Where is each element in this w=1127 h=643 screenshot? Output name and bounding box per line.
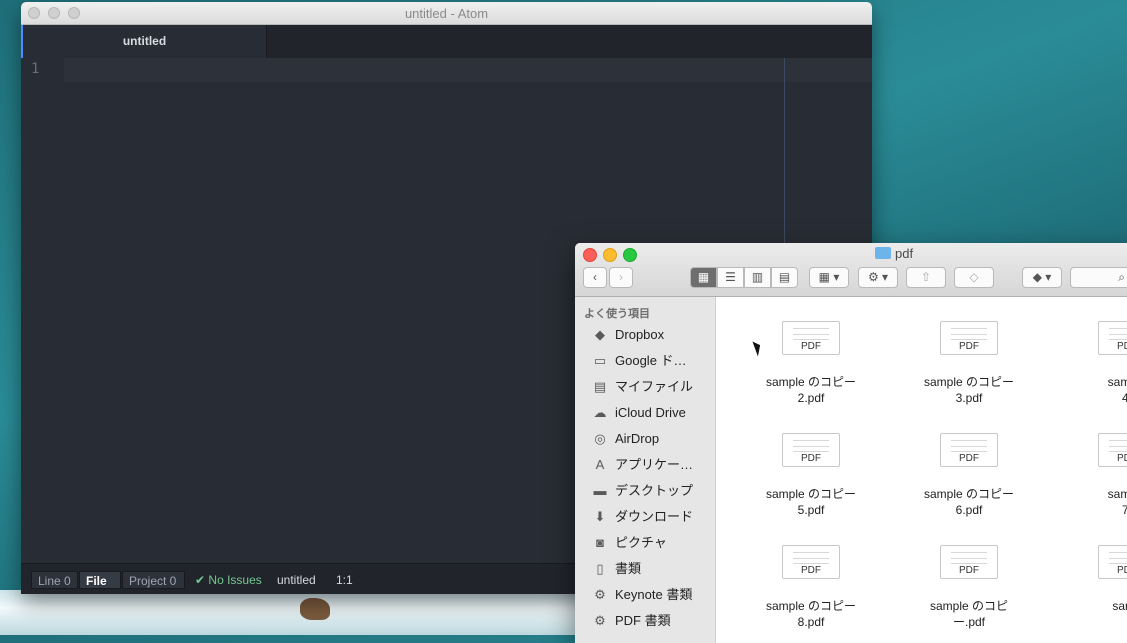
sidebar-item-documents[interactable]: ▯ 書類	[591, 558, 641, 580]
column-view-button[interactable]: ▥	[744, 267, 771, 288]
gear-icon: ⚙	[594, 587, 606, 602]
finder-window: pdf ‹ › ▦ ☰ ▥ ▤ ▦ ▾ ⚙ ▾ ⇧ ◇ ◆ ▾ ⌕ よく使う項目…	[575, 243, 1127, 643]
pdf-thumbnail-icon: PDF	[1098, 545, 1127, 579]
pdf-thumbnail-icon: PDF	[782, 321, 840, 355]
sidebar-item-desktop[interactable]: ▬ デスクトップ	[591, 480, 694, 502]
pdf-thumbnail-icon: PDF	[940, 545, 998, 579]
finder-toolbar: pdf ‹ › ▦ ☰ ▥ ▤ ▦ ▾ ⚙ ▾ ⇧ ◇ ◆ ▾ ⌕	[575, 243, 1127, 297]
sidebar-item-pictures[interactable]: ◙ ピクチャ	[591, 532, 667, 554]
file-item[interactable]: PDF sample のコピ ー.pdf	[914, 545, 1024, 630]
checkmark-icon: ✔	[195, 573, 206, 587]
download-icon: ⬇	[594, 509, 606, 524]
pdf-thumbnail-icon: PDF	[940, 433, 998, 467]
forward-button[interactable]: ›	[609, 267, 633, 288]
finder-sidebar: よく使う項目 ◆ Dropbox ▭ Google ド… ▤ マイファイル ☁ iClo…	[575, 297, 716, 643]
file-name: sample のコピー 5.pdf	[765, 487, 857, 517]
tab-untitled[interactable]: untitled	[21, 25, 267, 58]
sidebar-item-airdrop[interactable]: ◎ AirDrop	[591, 428, 659, 450]
file-item[interactable]: PDF sample7.	[1072, 433, 1127, 518]
zoom-window-button[interactable]	[623, 248, 637, 262]
no-issues-indicator[interactable]: ✔ No Issues	[189, 571, 268, 589]
folder-icon: ▭	[593, 353, 607, 368]
desktop-wallpaper-rock	[300, 598, 330, 620]
file-item[interactable]: PDF sample4.	[1072, 321, 1127, 406]
finder-title-label: pdf	[895, 246, 914, 261]
file-item[interactable]: PDF sample のコピー 6.pdf	[914, 433, 1024, 518]
minimize-window-button[interactable]	[603, 248, 617, 262]
favorites-header: よく使う項目	[584, 308, 650, 320]
line-number: 1	[31, 61, 40, 77]
documents-icon: ▯	[596, 561, 604, 576]
dropbox-icon: ◆	[595, 327, 605, 342]
file-item[interactable]: PDF sample のコピー 8.pdf	[756, 545, 866, 630]
file-name: sample のコピー 2.pdf	[765, 375, 857, 405]
file-name: sample のコピ ー.pdf	[929, 599, 1009, 629]
pdf-thumbnail-icon: PDF	[782, 545, 840, 579]
arrange-button[interactable]: ▦ ▾	[809, 267, 849, 288]
back-button[interactable]: ‹	[583, 267, 607, 288]
action-gear-button[interactable]: ⚙ ▾	[858, 267, 898, 288]
atom-titlebar[interactable]: untitled - Atom	[21, 2, 872, 25]
pdf-thumbnail-icon: PDF	[1098, 433, 1127, 467]
desktop-icon: ▬	[593, 483, 607, 498]
pdf-thumbnail-icon: PDF	[1098, 321, 1127, 355]
airdrop-icon: ◎	[594, 431, 606, 446]
finder-title: pdf	[875, 246, 913, 261]
cloud-icon: ☁	[593, 405, 607, 420]
sidebar-item-applications[interactable]: A アプリケー…	[591, 454, 693, 476]
search-icon: ⌕	[1118, 270, 1125, 284]
sidebar-item-downloads[interactable]: ⬇ ダウンロード	[591, 506, 693, 528]
file-item[interactable]: PDF sample のコピー 3.pdf	[914, 321, 1024, 406]
camera-icon: ◙	[596, 535, 604, 550]
desktop-wallpaper-snow	[0, 590, 580, 635]
all-files-icon: ▤	[593, 379, 607, 394]
cursor-position[interactable]: 1:1	[330, 571, 359, 589]
file-grid[interactable]: PDF sample のコピー 2.pdf PDF sample のコピー 3.pd…	[716, 297, 1127, 643]
tab-bar: untitled	[21, 25, 872, 59]
list-view-button[interactable]: ☰	[717, 267, 744, 288]
linter-file-tab[interactable]: File 0	[79, 571, 121, 594]
linter-line-tab[interactable]: Line 0	[31, 571, 78, 589]
dropbox-button[interactable]: ◆ ▾	[1022, 267, 1062, 288]
no-issues-label: No Issues	[208, 573, 262, 587]
pdf-thumbnail-icon: PDF	[782, 433, 840, 467]
file-item[interactable]: PDF sample のコピー 5.pdf	[756, 433, 866, 518]
sidebar-item-pdf[interactable]: ⚙ PDF 書類	[591, 610, 670, 632]
file-name: sample4.	[1107, 375, 1127, 405]
status-filename[interactable]: untitled	[271, 571, 322, 589]
file-name: sample のコピー 6.pdf	[923, 487, 1015, 517]
window-title: untitled - Atom	[404, 6, 489, 21]
file-name: samp	[1112, 599, 1127, 613]
icon-view-button[interactable]: ▦	[690, 267, 717, 288]
sidebar-item-my-files[interactable]: ▤ マイファイル	[591, 376, 693, 398]
search-field[interactable]: ⌕	[1070, 267, 1127, 288]
share-button[interactable]: ⇧	[906, 267, 946, 288]
file-item[interactable]: PDF samp	[1072, 545, 1127, 614]
coverflow-view-button[interactable]: ▤	[771, 267, 798, 288]
file-name: sample のコピー 8.pdf	[765, 599, 857, 629]
linter-project-tab[interactable]: Project 0	[122, 571, 185, 589]
sidebar-item-icloud-drive[interactable]: ☁ iCloud Drive	[591, 402, 686, 424]
sidebar-item-dropbox[interactable]: ◆ Dropbox	[591, 324, 664, 346]
sidebar-item-google-drive[interactable]: ▭ Google ド…	[591, 350, 687, 372]
file-name: sample7.	[1107, 487, 1127, 517]
gear-icon: ⚙	[594, 613, 606, 628]
folder-icon	[875, 247, 891, 259]
close-window-button[interactable]	[583, 248, 597, 262]
cursor-line-highlight	[64, 58, 872, 82]
pdf-thumbnail-icon: PDF	[940, 321, 998, 355]
sidebar-item-keynote[interactable]: ⚙ Keynote 書類	[591, 584, 692, 606]
file-name: sample のコピー 3.pdf	[923, 375, 1015, 405]
file-item[interactable]: PDF sample のコピー 2.pdf	[756, 321, 866, 406]
tags-button[interactable]: ◇	[954, 267, 994, 288]
applications-icon: A	[595, 457, 605, 472]
